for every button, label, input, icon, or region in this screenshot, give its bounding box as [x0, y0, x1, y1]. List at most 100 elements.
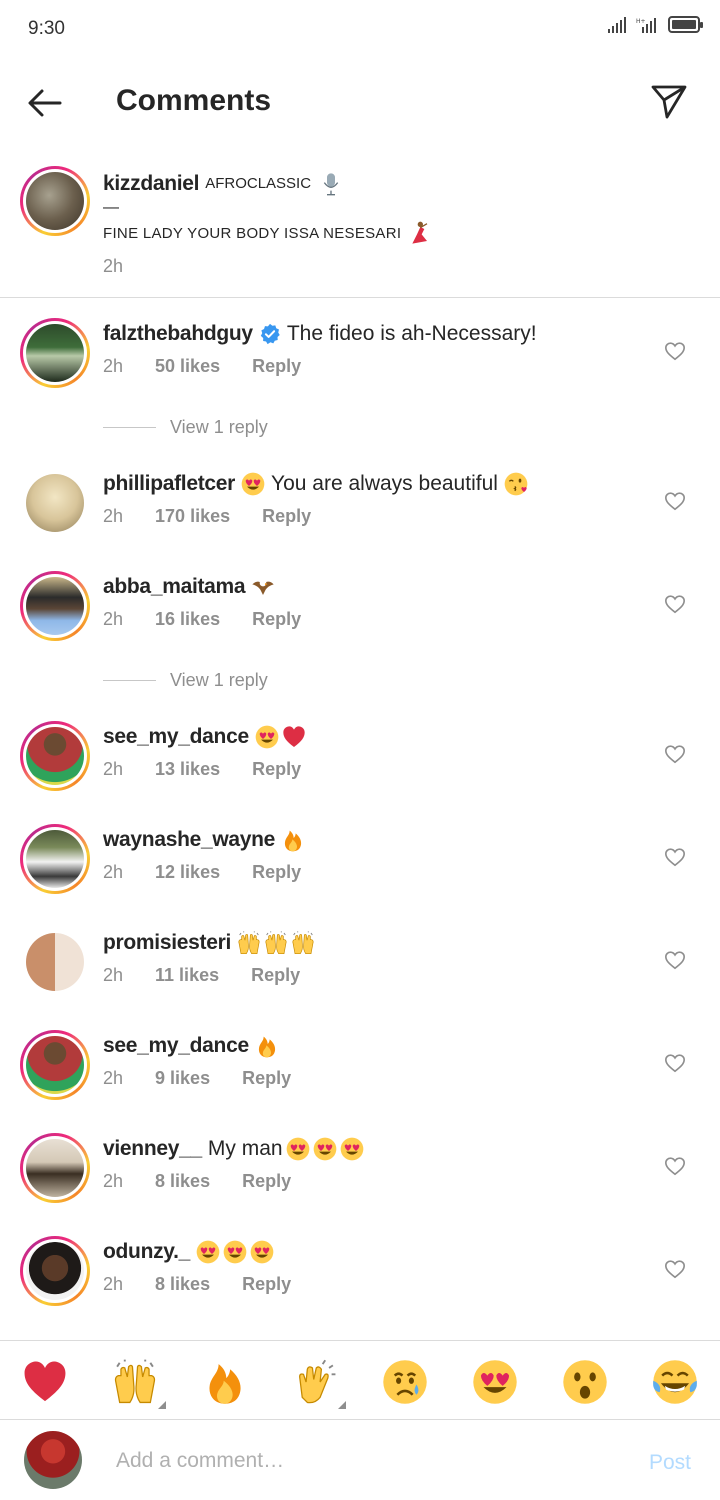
back-arrow-icon[interactable] — [24, 82, 66, 124]
comment-time: 2h — [103, 862, 124, 882]
comment-likes[interactable]: 8 likes — [155, 1274, 210, 1295]
comment-username[interactable]: vienney__ — [103, 1135, 202, 1163]
verified-badge-icon — [260, 323, 280, 345]
comment-likes[interactable]: 9 likes — [155, 1068, 210, 1089]
header: Comments — [0, 62, 720, 142]
comment-likes[interactable]: 11 likes — [155, 965, 219, 986]
eagle-emoji-icon — [251, 575, 275, 599]
caption-avatar[interactable] — [20, 166, 90, 236]
skin-tone-indicator — [158, 1401, 166, 1409]
avatar[interactable] — [26, 933, 84, 991]
status-time: 9:30 — [28, 18, 65, 39]
caption-time: 2h — [103, 256, 124, 276]
comment-likes[interactable]: 8 likes — [155, 1171, 210, 1192]
crying-face-reaction-icon[interactable] — [382, 1359, 428, 1405]
like-heart-icon[interactable] — [664, 743, 686, 765]
comment-likes[interactable]: 50 likes — [155, 356, 220, 377]
heart-eyes-emoji-icon — [196, 1240, 220, 1264]
like-heart-icon[interactable] — [664, 846, 686, 868]
astonished-face-reaction-icon[interactable] — [562, 1359, 608, 1405]
red-heart-reaction-icon[interactable] — [22, 1359, 68, 1405]
quick-reactions-bar — [0, 1340, 720, 1420]
avatar[interactable] — [20, 318, 90, 388]
comment-time: 2h — [103, 759, 124, 779]
reply-button[interactable]: Reply — [242, 1171, 291, 1192]
avatar[interactable] — [20, 721, 90, 791]
comment-text: My man — [207, 1137, 283, 1160]
comment-time: 2h — [103, 965, 124, 985]
comment-time: 2h — [103, 609, 124, 629]
view-replies-button[interactable]: View 1 reply — [103, 665, 403, 695]
comment-likes[interactable]: 170 likes — [155, 506, 230, 527]
heart-eyes-emoji-icon — [313, 1137, 337, 1161]
woman-dancing-icon — [407, 221, 431, 245]
comment-username[interactable]: falzthebahdguy — [103, 320, 253, 348]
avatar[interactable] — [20, 1030, 90, 1100]
divider — [103, 679, 156, 681]
reply-button[interactable]: Reply — [252, 356, 301, 377]
caption-body: FINE LADY YOUR BODY ISSA NESESARI — [103, 224, 402, 242]
raising-hands-emoji-icon — [291, 931, 315, 955]
comment-username[interactable]: promisiesteri — [103, 929, 231, 957]
comment-username[interactable]: see_my_dance — [103, 723, 249, 751]
raising-hands-reaction-icon[interactable] — [112, 1359, 166, 1409]
like-heart-icon[interactable] — [664, 593, 686, 615]
like-heart-icon[interactable] — [664, 340, 686, 362]
heart-eyes-emoji-icon — [223, 1240, 247, 1264]
comment-time: 2h — [103, 1068, 124, 1088]
comment-item: see_my_dance 2h 9 likes Reply — [0, 1030, 720, 1120]
reply-button[interactable]: Reply — [242, 1274, 291, 1295]
comment-item: abba_maitama 2h 16 likes Reply — [0, 571, 720, 661]
heart-eyes-reaction-icon[interactable] — [472, 1359, 518, 1405]
reply-button[interactable]: Reply — [252, 609, 301, 630]
direct-send-icon[interactable] — [648, 80, 690, 122]
reply-button[interactable]: Reply — [242, 1068, 291, 1089]
page-title: Comments — [116, 84, 272, 117]
comment-text: The fideo is ah-Necessary! — [286, 322, 537, 345]
like-heart-icon[interactable] — [664, 1258, 686, 1280]
comment-item: falzthebahdguy The fideo is ah-Necessary… — [0, 318, 720, 408]
reply-button[interactable]: Reply — [251, 965, 300, 986]
avatar[interactable] — [26, 474, 84, 532]
caption-dash: — — [103, 199, 119, 217]
like-heart-icon[interactable] — [664, 1052, 686, 1074]
view-replies-button[interactable]: View 1 reply — [103, 412, 403, 442]
comment-time: 2h — [103, 506, 124, 526]
comment-username[interactable]: abba_maitama — [103, 573, 246, 601]
like-heart-icon[interactable] — [664, 949, 686, 971]
post-caption: kizzdaniel AFROCLASSIC — FINE LADY YOUR … — [0, 160, 720, 298]
red-heart-emoji-icon — [282, 725, 306, 749]
divider — [103, 426, 156, 428]
status-icons: H+ — [608, 16, 703, 33]
caption-username[interactable]: kizzdaniel — [103, 170, 200, 197]
comment-time: 2h — [103, 1274, 124, 1294]
comment-input[interactable] — [116, 1443, 616, 1479]
avatar[interactable] — [20, 1236, 90, 1306]
like-heart-icon[interactable] — [664, 490, 686, 512]
avatar[interactable] — [20, 571, 90, 641]
reply-button[interactable]: Reply — [262, 506, 311, 527]
comment-item: promisiesteri 2h 11 likes Reply — [0, 927, 720, 1017]
post-button[interactable]: Post — [649, 1451, 691, 1475]
comment-text: You are always beautiful — [271, 472, 498, 495]
raising-hands-emoji-icon — [264, 931, 288, 955]
user-avatar — [24, 1431, 82, 1489]
avatar[interactable] — [20, 1133, 90, 1203]
heart-eyes-emoji-icon — [241, 472, 265, 496]
comment-likes[interactable]: 16 likes — [155, 609, 220, 630]
comment-username[interactable]: phillipafletcer — [103, 470, 235, 498]
reply-button[interactable]: Reply — [252, 862, 301, 883]
fire-reaction-icon[interactable] — [202, 1359, 248, 1405]
comment-username[interactable]: see_my_dance — [103, 1032, 249, 1060]
comment-likes[interactable]: 12 likes — [155, 862, 220, 883]
comment-username[interactable]: waynashe_wayne — [103, 826, 275, 854]
skin-tone-indicator — [338, 1401, 346, 1409]
like-heart-icon[interactable] — [664, 1155, 686, 1177]
comment-item: vienney__ My man 2h 8 likes Reply — [0, 1133, 720, 1223]
tears-of-joy-reaction-icon[interactable] — [652, 1359, 698, 1405]
comment-username[interactable]: odunzy._ — [103, 1238, 190, 1266]
clapping-hands-reaction-icon[interactable] — [292, 1359, 346, 1409]
avatar[interactable] — [20, 824, 90, 894]
comment-likes[interactable]: 13 likes — [155, 759, 220, 780]
reply-button[interactable]: Reply — [252, 759, 301, 780]
